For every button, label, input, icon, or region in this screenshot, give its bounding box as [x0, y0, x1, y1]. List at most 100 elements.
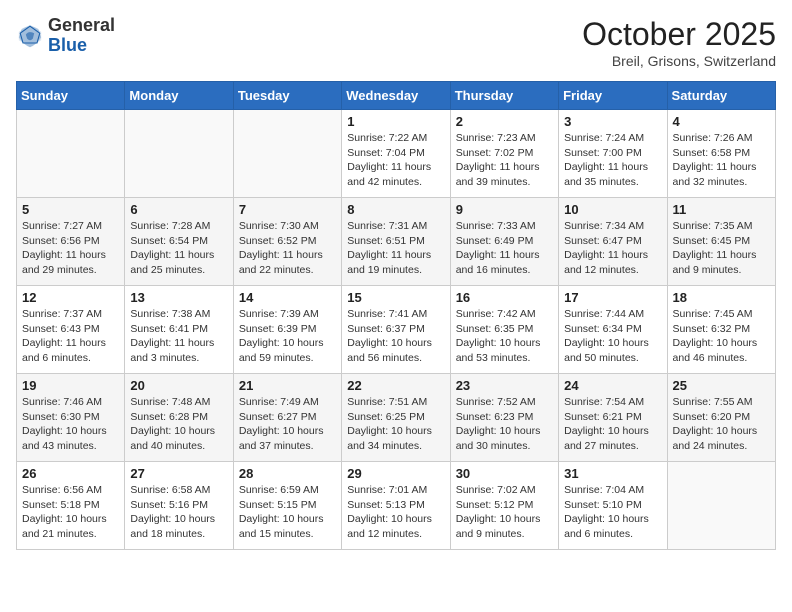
calendar-day-cell: 21 Sunrise: 7:49 AM Sunset: 6:27 PM Dayli…: [233, 374, 341, 462]
day-info: Sunrise: 7:41 AM Sunset: 6:37 PM Dayligh…: [347, 307, 444, 366]
day-info: Sunrise: 7:52 AM Sunset: 6:23 PM Dayligh…: [456, 395, 553, 454]
day-number: 18: [673, 290, 770, 305]
calendar-day-cell: 8Sunrise: 7:31 AM Sunset: 6:51 PM Daylig…: [342, 198, 450, 286]
day-number: 11: [673, 202, 770, 217]
calendar-day-cell: 29 Sunrise: 7:01 AM Sunset: 5:13 PM Dayli…: [342, 462, 450, 550]
day-info: Sunrise: 7:49 AM Sunset: 6:27 PM Dayligh…: [239, 395, 336, 454]
calendar-day-cell: 5 Sunrise: 7:27 AM Sunset: 6:56 PM Daylig…: [17, 198, 125, 286]
calendar-day-cell: 24 Sunrise: 7:54 AM Sunset: 6:21 PM Dayli…: [559, 374, 667, 462]
day-number: 17: [564, 290, 661, 305]
day-number: 6: [130, 202, 227, 217]
calendar-day-cell: 7 Sunrise: 7:30 AM Sunset: 6:52 PM Daylig…: [233, 198, 341, 286]
day-number: 25: [673, 378, 770, 393]
day-info: Sunrise: 7:45 AM Sunset: 6:32 PM Dayligh…: [673, 307, 770, 366]
calendar-day-cell: 4 Sunrise: 7:26 AM Sunset: 6:58 PM Daylig…: [667, 110, 775, 198]
day-of-week-header: Sunday: [17, 82, 125, 110]
day-number: 30: [456, 466, 553, 481]
calendar-day-cell: 22 Sunrise: 7:51 AM Sunset: 6:25 PM Dayli…: [342, 374, 450, 462]
day-info: Sunrise: 7:42 AM Sunset: 6:35 PM Dayligh…: [456, 307, 553, 366]
day-info: Sunrise: 6:58 AM Sunset: 5:16 PM Dayligh…: [130, 483, 227, 542]
day-info: Sunrise: 7:46 AM Sunset: 6:30 PM Dayligh…: [22, 395, 119, 454]
day-info: Sunrise: 7:27 AM Sunset: 6:56 PM Dayligh…: [22, 219, 119, 278]
day-info: Sunrise: 7:51 AM Sunset: 6:25 PM Dayligh…: [347, 395, 444, 454]
day-number: 21: [239, 378, 336, 393]
day-number: 2: [456, 114, 553, 129]
day-info: Sunrise: 7:04 AM Sunset: 5:10 PM Dayligh…: [564, 483, 661, 542]
day-info: Sunrise: 7:33 AM Sunset: 6:49 PM Dayligh…: [456, 219, 553, 278]
calendar-day-cell: 6Sunrise: 7:28 AM Sunset: 6:54 PM Daylig…: [125, 198, 233, 286]
calendar-day-cell: 3 Sunrise: 7:24 AM Sunset: 7:00 PM Daylig…: [559, 110, 667, 198]
day-of-week-header: Saturday: [667, 82, 775, 110]
calendar-day-cell: 26Sunrise: 6:56 AM Sunset: 5:18 PM Dayli…: [17, 462, 125, 550]
day-info: Sunrise: 7:37 AM Sunset: 6:43 PM Dayligh…: [22, 307, 119, 366]
day-of-week-header: Tuesday: [233, 82, 341, 110]
calendar-day-cell: 19 Sunrise: 7:46 AM Sunset: 6:30 PM Dayli…: [17, 374, 125, 462]
day-number: 27: [130, 466, 227, 481]
page-header: General Blue October 2025 Breil, Grisons…: [16, 16, 776, 69]
day-info: Sunrise: 7:54 AM Sunset: 6:21 PM Dayligh…: [564, 395, 661, 454]
day-info: Sunrise: 7:23 AM Sunset: 7:02 PM Dayligh…: [456, 131, 553, 190]
day-info: Sunrise: 7:34 AM Sunset: 6:47 PM Dayligh…: [564, 219, 661, 278]
title-block: October 2025 Breil, Grisons, Switzerland: [582, 16, 776, 69]
calendar-day-cell: 31Sunrise: 7:04 AM Sunset: 5:10 PM Dayli…: [559, 462, 667, 550]
day-of-week-header: Friday: [559, 82, 667, 110]
calendar-day-cell: 18 Sunrise: 7:45 AM Sunset: 6:32 PM Dayli…: [667, 286, 775, 374]
calendar-week-row: 5 Sunrise: 7:27 AM Sunset: 6:56 PM Daylig…: [17, 198, 776, 286]
day-number: 3: [564, 114, 661, 129]
logo-general-text: General: [48, 15, 115, 35]
location-subtitle: Breil, Grisons, Switzerland: [582, 53, 776, 69]
calendar-day-cell: 11 Sunrise: 7:35 AM Sunset: 6:45 PM Dayli…: [667, 198, 775, 286]
calendar-day-cell: [667, 462, 775, 550]
day-number: 9: [456, 202, 553, 217]
day-of-week-header: Thursday: [450, 82, 558, 110]
day-number: 13: [130, 290, 227, 305]
calendar-day-cell: 9 Sunrise: 7:33 AM Sunset: 6:49 PM Daylig…: [450, 198, 558, 286]
day-number: 12: [22, 290, 119, 305]
logo: General Blue: [16, 16, 115, 56]
calendar-day-cell: 20Sunrise: 7:48 AM Sunset: 6:28 PM Dayli…: [125, 374, 233, 462]
day-info: Sunrise: 7:22 AM Sunset: 7:04 PM Dayligh…: [347, 131, 444, 190]
day-info: Sunrise: 6:56 AM Sunset: 5:18 PM Dayligh…: [22, 483, 119, 542]
day-info: Sunrise: 7:55 AM Sunset: 6:20 PM Dayligh…: [673, 395, 770, 454]
calendar-header-row: SundayMondayTuesdayWednesdayThursdayFrid…: [17, 82, 776, 110]
calendar-day-cell: 30 Sunrise: 7:02 AM Sunset: 5:12 PM Dayli…: [450, 462, 558, 550]
day-info: Sunrise: 7:35 AM Sunset: 6:45 PM Dayligh…: [673, 219, 770, 278]
day-info: Sunrise: 6:59 AM Sunset: 5:15 PM Dayligh…: [239, 483, 336, 542]
calendar-day-cell: [17, 110, 125, 198]
day-number: 4: [673, 114, 770, 129]
day-info: Sunrise: 7:30 AM Sunset: 6:52 PM Dayligh…: [239, 219, 336, 278]
day-number: 16: [456, 290, 553, 305]
calendar-day-cell: 13Sunrise: 7:38 AM Sunset: 6:41 PM Dayli…: [125, 286, 233, 374]
calendar-day-cell: 12 Sunrise: 7:37 AM Sunset: 6:43 PM Dayli…: [17, 286, 125, 374]
calendar-day-cell: 10Sunrise: 7:34 AM Sunset: 6:47 PM Dayli…: [559, 198, 667, 286]
day-info: Sunrise: 7:26 AM Sunset: 6:58 PM Dayligh…: [673, 131, 770, 190]
calendar-week-row: 1 Sunrise: 7:22 AM Sunset: 7:04 PM Daylig…: [17, 110, 776, 198]
day-info: Sunrise: 7:48 AM Sunset: 6:28 PM Dayligh…: [130, 395, 227, 454]
logo-icon: [16, 22, 44, 50]
day-number: 15: [347, 290, 444, 305]
calendar-day-cell: 27 Sunrise: 6:58 AM Sunset: 5:16 PM Dayli…: [125, 462, 233, 550]
calendar-day-cell: 25 Sunrise: 7:55 AM Sunset: 6:20 PM Dayli…: [667, 374, 775, 462]
day-number: 19: [22, 378, 119, 393]
day-number: 24: [564, 378, 661, 393]
day-number: 8: [347, 202, 444, 217]
calendar-day-cell: 2 Sunrise: 7:23 AM Sunset: 7:02 PM Daylig…: [450, 110, 558, 198]
day-info: Sunrise: 7:01 AM Sunset: 5:13 PM Dayligh…: [347, 483, 444, 542]
day-info: Sunrise: 7:39 AM Sunset: 6:39 PM Dayligh…: [239, 307, 336, 366]
day-number: 23: [456, 378, 553, 393]
calendar-day-cell: 14Sunrise: 7:39 AM Sunset: 6:39 PM Dayli…: [233, 286, 341, 374]
calendar-day-cell: [125, 110, 233, 198]
day-info: Sunrise: 7:24 AM Sunset: 7:00 PM Dayligh…: [564, 131, 661, 190]
day-number: 1: [347, 114, 444, 129]
calendar-day-cell: 15 Sunrise: 7:41 AM Sunset: 6:37 PM Dayli…: [342, 286, 450, 374]
day-number: 5: [22, 202, 119, 217]
day-number: 29: [347, 466, 444, 481]
calendar-day-cell: 1 Sunrise: 7:22 AM Sunset: 7:04 PM Daylig…: [342, 110, 450, 198]
day-number: 7: [239, 202, 336, 217]
day-info: Sunrise: 7:02 AM Sunset: 5:12 PM Dayligh…: [456, 483, 553, 542]
calendar-day-cell: 23 Sunrise: 7:52 AM Sunset: 6:23 PM Dayli…: [450, 374, 558, 462]
day-number: 28: [239, 466, 336, 481]
logo-blue-text: Blue: [48, 35, 87, 55]
calendar-week-row: 26Sunrise: 6:56 AM Sunset: 5:18 PM Dayli…: [17, 462, 776, 550]
day-number: 22: [347, 378, 444, 393]
